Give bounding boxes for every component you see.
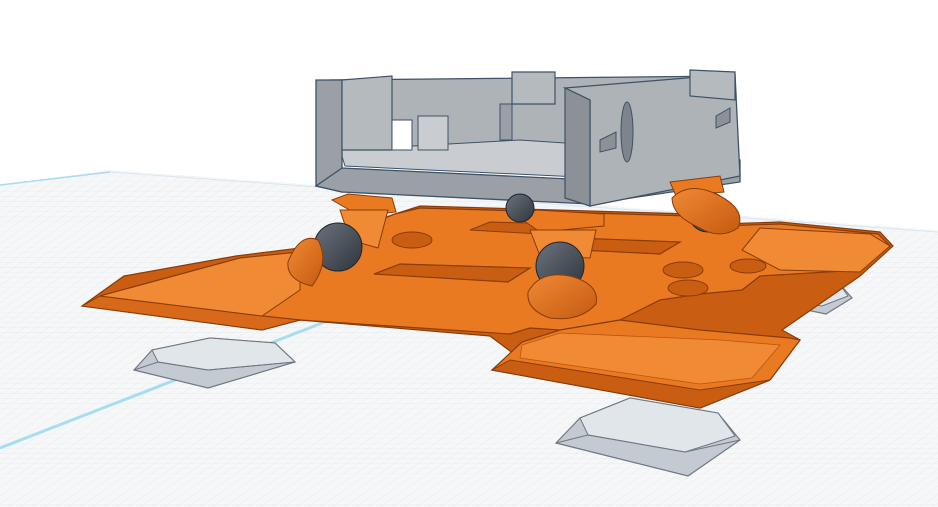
scene-canvas[interactable] bbox=[0, 0, 938, 507]
ball-joint-foot-back[interactable] bbox=[505, 193, 535, 223]
3d-viewport[interactable] bbox=[0, 0, 938, 507]
